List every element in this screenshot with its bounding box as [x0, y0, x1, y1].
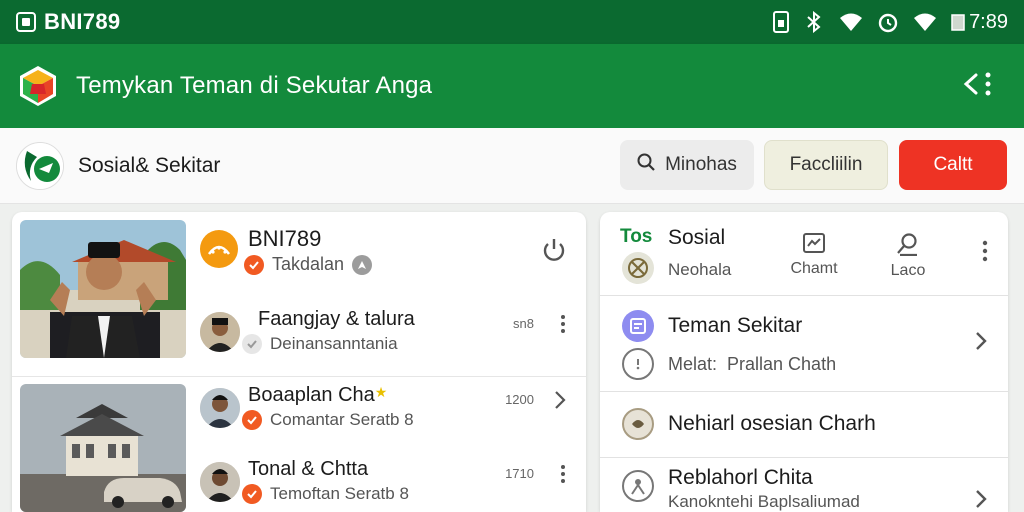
list-item[interactable]: Tonal & Chtta Temoftan Seratb 8 1710 — [200, 458, 576, 510]
profile-status-text: Takdalan — [272, 254, 345, 274]
check-badge-icon — [242, 484, 262, 504]
avatar — [200, 312, 240, 352]
profile-status: Takdalan — [244, 254, 373, 275]
list-item-name: Boaaplan Cha★ — [248, 384, 387, 407]
kebab-icon[interactable] — [560, 464, 566, 489]
chevron-right-icon[interactable] — [974, 330, 988, 357]
menu-item-sub: Kanokntehi Baplsaliumad — [668, 492, 860, 511]
page-title: Temykan Teman di Sekutar Anga — [76, 72, 433, 99]
chat-button[interactable]: Caltt — [899, 140, 1007, 190]
search-button-label: Minohas — [665, 154, 737, 175]
check-badge-icon — [244, 254, 264, 275]
battery-time: 7:89 — [951, 11, 1008, 34]
social-tag: Tos — [620, 226, 653, 247]
wifi-icon — [913, 12, 937, 32]
people-list-panel: BNI789 Takdalan Faangjay & talura Deinan… — [12, 212, 586, 512]
menu-item-title: Reblahorl Chita — [668, 466, 813, 489]
info-icon — [622, 348, 654, 380]
social-panel-header: Tos Sosial Neohala Chamt Laco — [600, 212, 1008, 296]
menu-item-title: Teman Sekitar — [668, 314, 803, 337]
avatar — [200, 230, 238, 268]
social-title: Sosial — [668, 226, 726, 249]
menu-item-sub: Melat: ​ Prallan Chath — [668, 354, 837, 374]
chevron-right-icon[interactable] — [554, 390, 566, 415]
filter-button-label: Faccliilin — [789, 154, 863, 175]
social-panel: Tos Sosial Neohala Chamt Laco Teman Seki… — [600, 212, 1008, 512]
sim-icon — [773, 11, 790, 33]
profile-photo[interactable] — [20, 220, 186, 358]
social-subtitle: Neohala — [668, 260, 732, 279]
status-bar: BNI789 7:89 — [0, 0, 1024, 44]
chevron-right-icon[interactable] — [974, 488, 988, 512]
avatar — [200, 462, 240, 502]
search-icon — [637, 153, 655, 177]
chat-button-label: Caltt — [933, 154, 973, 175]
place-photo[interactable] — [20, 384, 186, 512]
list-item-sub-text: Comantar Seratb 8 — [270, 410, 414, 429]
profile-name: BNI789 — [248, 226, 322, 251]
alarm-icon — [877, 11, 899, 33]
list-item-sub-text: Deinansanntania — [270, 334, 398, 353]
check-badge-icon — [242, 410, 262, 430]
message-icon — [622, 408, 654, 440]
list-divider — [12, 376, 586, 377]
app-logo[interactable] — [16, 64, 60, 108]
list-item-meta: sn8 — [513, 316, 534, 331]
chat-tool-button[interactable]: Chamt — [784, 232, 844, 278]
check-badge-icon — [242, 334, 262, 354]
back-icon[interactable] — [962, 69, 996, 104]
search-button[interactable]: Minohas — [620, 140, 754, 190]
status-carrier: BNI789 — [44, 9, 121, 34]
chat-tool-label: Chamt — [790, 260, 838, 277]
battery-icon — [951, 13, 965, 31]
list-item[interactable]: Boaaplan Cha★ Comantar Seratb 8 1200 — [200, 384, 576, 436]
avatar — [200, 388, 240, 428]
menu-item-teman-sekitar[interactable]: Teman Sekitar Melat: ​ Prallan Chath — [600, 296, 1008, 392]
list-item-name: Tonal & Chtta — [248, 458, 369, 480]
status-bar-right: 7:89 — [773, 11, 1008, 34]
list-item-sub: Comantar Seratb 8 — [242, 410, 414, 430]
bluetooth-icon — [803, 11, 825, 33]
menu-item-title: Nehiarl osesian Charh — [668, 412, 876, 435]
notification-app-icon — [16, 12, 36, 32]
brand-name: Sosial& Sekitar — [78, 153, 221, 177]
list-item-sub: Deinansanntania — [242, 334, 398, 354]
list-item-name-text: Boaaplan Cha — [248, 384, 375, 406]
location-icon — [878, 232, 938, 256]
list-item[interactable]: Faangjay & talura Deinansanntania sn8 — [200, 308, 576, 360]
list-item-meta: 1710 — [505, 466, 534, 481]
status-bar-left: BNI789 — [16, 9, 120, 35]
chat-icon — [784, 232, 844, 254]
app-bar: Temykan Teman di Sekutar Anga — [0, 44, 1024, 128]
list-item-sub-text: Temoftan Seratb 8 — [270, 484, 409, 503]
list-item-meta: 1200 — [505, 392, 534, 407]
kebab-icon[interactable] — [560, 314, 566, 339]
location-badge-icon — [352, 254, 373, 275]
brand-icon — [16, 141, 64, 190]
power-icon[interactable] — [540, 236, 568, 269]
status-time: 7:89 — [969, 10, 1008, 33]
people-icon — [622, 310, 654, 342]
profile-header[interactable]: BNI789 Takdalan — [200, 226, 576, 286]
menu-item-nehiarl[interactable]: Nehiarl osesian Charh — [600, 392, 1008, 458]
wifi-icon — [839, 12, 863, 32]
filter-button[interactable]: Faccliilin — [764, 140, 888, 190]
kebab-icon[interactable] — [982, 240, 988, 267]
star-icon: ★ — [374, 384, 388, 400]
toolbar: Sosial& Sekitar Minohas Faccliilin Caltt — [0, 128, 1024, 204]
person-icon — [622, 470, 654, 502]
list-item-sub: Temoftan Seratb 8 — [242, 484, 409, 504]
list-item-name: Faangjay & talura — [258, 308, 415, 330]
tools-icon — [622, 252, 654, 284]
menu-item-reblahorl[interactable]: Reblahorl Chita Kanokntehi Baplsaliumad — [600, 458, 1008, 512]
location-tool-label: Laco — [890, 262, 926, 279]
location-tool-button[interactable]: Laco — [878, 232, 938, 280]
